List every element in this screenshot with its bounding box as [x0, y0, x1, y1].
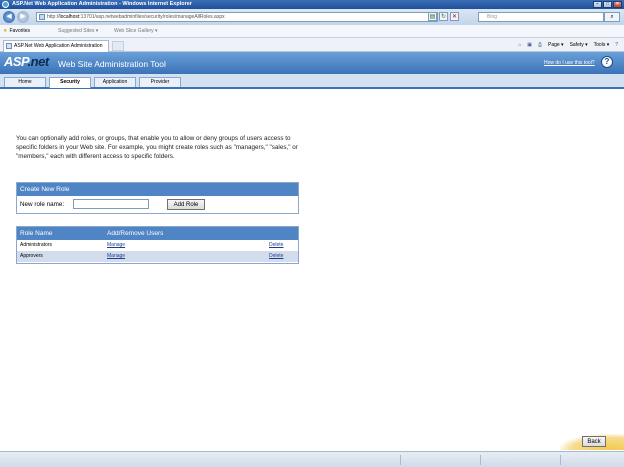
tools-menu[interactable]: Tools ▾ — [594, 40, 610, 50]
compatibility-view-icon[interactable]: ▤ — [428, 12, 437, 21]
table-row: Administrators Manage Delete — [17, 240, 298, 251]
new-tab-button[interactable] — [112, 41, 124, 51]
help-icon[interactable]: ? — [601, 56, 613, 68]
window-title-bar: ASP.Net Web Application Administration -… — [0, 0, 624, 9]
browser-tab-row: ASP.Net Web Application Administration ⌂… — [0, 38, 624, 52]
favorites-bar: Favorites Suggested Sites ▾ Web Slice Ga… — [0, 25, 624, 38]
maximize-button[interactable]: □ — [603, 1, 612, 8]
asp-net-logo: ASP.net — [4, 54, 49, 69]
close-window-button[interactable]: × — [613, 1, 622, 8]
manage-link[interactable]: Manage — [107, 251, 125, 262]
status-divider — [480, 455, 481, 465]
suggested-sites-link[interactable]: Suggested Sites ▾ — [58, 25, 98, 38]
address-toolbar: ◀ ▶ http://localhost:13701/asp.netwebadm… — [0, 9, 624, 25]
create-role-panel: Create New Role New role name: Add Role — [16, 182, 299, 214]
back-button[interactable]: Back — [582, 436, 606, 447]
role-name: Administrators — [20, 242, 52, 248]
back-nav-button[interactable]: ◀ — [3, 11, 15, 23]
window-title: ASP.Net Web Application Administration -… — [12, 1, 192, 7]
page-menu[interactable]: Page ▾ — [548, 40, 564, 50]
safety-menu[interactable]: Safety ▾ — [570, 40, 588, 50]
delete-link[interactable]: Delete — [269, 251, 283, 262]
admin-tabs: Home Security Application Provider — [0, 74, 624, 89]
tool-title: Web Site Administration Tool — [58, 59, 166, 69]
page-icon — [39, 14, 45, 20]
status-divider — [400, 455, 401, 465]
status-bar — [0, 451, 624, 467]
table-row: Approvers Manage Delete — [17, 251, 298, 262]
help-menu-icon[interactable]: ? — [615, 40, 618, 50]
new-role-label: New role name: — [20, 201, 65, 208]
column-add-remove-users: Add/Remove Users — [107, 230, 164, 237]
status-divider — [560, 455, 561, 465]
tab-provider[interactable]: Provider — [139, 77, 181, 87]
command-bar: ⌂ ▣ ⎙ Page ▾ Safety ▾ Tools ▾ ? — [518, 40, 618, 50]
stop-icon[interactable]: ✕ — [450, 12, 459, 21]
app-header: ASP.net Web Site Administration Tool How… — [0, 52, 624, 74]
create-role-heading: Create New Role — [17, 183, 298, 196]
manage-link[interactable]: Manage — [107, 240, 125, 251]
intro-text: You can optionally add roles, or groups,… — [16, 135, 298, 160]
tab-page-icon — [6, 43, 12, 49]
search-input[interactable]: Bing — [478, 12, 604, 22]
role-name: Approvers — [20, 253, 43, 259]
forward-nav-button[interactable]: ▶ — [17, 11, 29, 23]
feeds-icon[interactable]: ▣ — [527, 40, 532, 50]
browser-tab[interactable]: ASP.Net Web Application Administration — [3, 40, 109, 52]
print-icon[interactable]: ⎙ — [538, 40, 542, 50]
refresh-icon[interactable]: ↻ — [439, 12, 448, 21]
new-role-name-input[interactable] — [73, 199, 149, 209]
minimize-button[interactable]: – — [593, 1, 602, 8]
internet-explorer-icon — [2, 1, 9, 8]
roles-table-header: Role Name Add/Remove Users — [17, 227, 298, 240]
roles-table: Role Name Add/Remove Users Administrator… — [16, 226, 299, 264]
home-icon[interactable]: ⌂ — [518, 40, 521, 50]
web-slice-gallery-link[interactable]: Web Slice Gallery ▾ — [114, 25, 158, 38]
tab-application[interactable]: Application — [94, 77, 136, 87]
favorites-button[interactable]: Favorites — [3, 25, 30, 38]
tab-security[interactable]: Security — [49, 77, 91, 88]
search-icon[interactable]: ⌕ — [604, 12, 620, 22]
delete-link[interactable]: Delete — [269, 240, 283, 251]
address-tools: ▤ ↻ ✕ — [428, 12, 459, 21]
column-role-name: Role Name — [20, 230, 53, 237]
window-controls: – □ × — [593, 1, 622, 8]
tab-home[interactable]: Home — [4, 77, 46, 87]
add-role-button[interactable]: Add Role — [167, 199, 205, 210]
help-link[interactable]: How do I use this tool? — [544, 60, 595, 66]
address-bar[interactable]: http://localhost:13701/asp.netwebadminfi… — [36, 12, 438, 22]
